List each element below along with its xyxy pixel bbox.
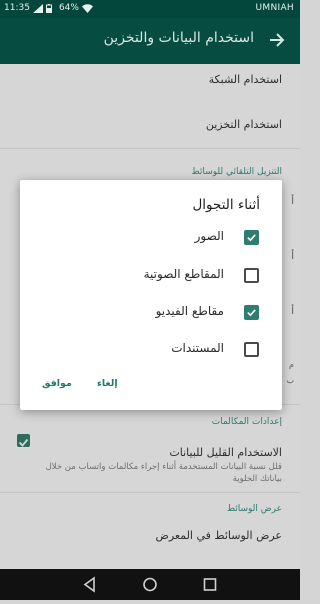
low-data-checkbox[interactable] (17, 434, 30, 447)
calls-header: إعدادات المكالمات (211, 417, 282, 427)
checkbox-checked-icon[interactable] (244, 305, 259, 320)
nav-home-icon[interactable] (130, 569, 170, 600)
carrier-name: UMNIAH (255, 3, 294, 13)
list-item-peek: أ (291, 306, 294, 317)
battery-percent: 64% (58, 3, 79, 13)
checkbox-checked-icon[interactable] (244, 230, 259, 245)
page-title: استخدام البيانات والتخزين (103, 30, 254, 46)
option-videos[interactable]: مقاطع الفيديو (20, 293, 282, 331)
option-documents[interactable]: المستندات (20, 330, 282, 368)
arrow-right-icon[interactable] (266, 29, 288, 51)
media-display-header: عرض الوسائط (226, 504, 282, 514)
roaming-dialog: أثناء التجوال الصور المقاطع الصوتية مقاط… (20, 180, 282, 410)
option-audio[interactable]: المقاطع الصوتية (20, 256, 282, 294)
list-item-peek: أ (291, 196, 294, 207)
dialog-title: أثناء التجوال (192, 197, 260, 213)
wifi-icon (81, 3, 93, 13)
show-media-gallery-item[interactable]: عرض الوسائط في المعرض (156, 529, 282, 542)
storage-usage-item[interactable]: استخدام التخزين (206, 118, 282, 131)
option-label: المستندات (171, 341, 224, 355)
cancel-button[interactable]: إلغاء (91, 374, 124, 393)
checkbox-unchecked-icon[interactable] (244, 268, 259, 283)
option-photos[interactable]: الصور (20, 218, 282, 256)
status-bar: 11:35 64% UMNIAH (0, 0, 300, 18)
navigation-bar (0, 569, 300, 600)
checkbox-unchecked-icon[interactable] (244, 342, 259, 357)
option-label: مقاطع الفيديو (155, 304, 224, 318)
ok-button[interactable]: موافق (36, 374, 78, 393)
network-usage-item[interactable]: استخدام الشبكة (209, 73, 282, 86)
status-left: 11:35 64% (4, 3, 93, 13)
low-data-description: قلل نسبة البيانات المستخدمة أثناء إجراء … (45, 462, 282, 484)
nav-back-icon[interactable] (70, 569, 110, 600)
app-bar: استخدام البيانات والتخزين (0, 18, 300, 64)
media-auto-download-header: التنزيل التلقائي للوسائط (191, 167, 282, 177)
list-item-peek: أ (291, 251, 294, 262)
status-time: 11:35 (4, 3, 30, 13)
battery-icon (45, 3, 56, 13)
low-data-title[interactable]: الاستخدام القليل للبيانات (169, 446, 282, 459)
nav-recents-icon[interactable] (190, 569, 230, 600)
divider (0, 492, 300, 493)
signal-icon (32, 3, 43, 13)
option-label: المقاطع الصوتية (143, 267, 224, 281)
divider (0, 148, 300, 149)
option-label: الصور (194, 229, 224, 243)
list-item-peek: ب (286, 376, 294, 385)
list-item-peek: م (289, 360, 294, 369)
